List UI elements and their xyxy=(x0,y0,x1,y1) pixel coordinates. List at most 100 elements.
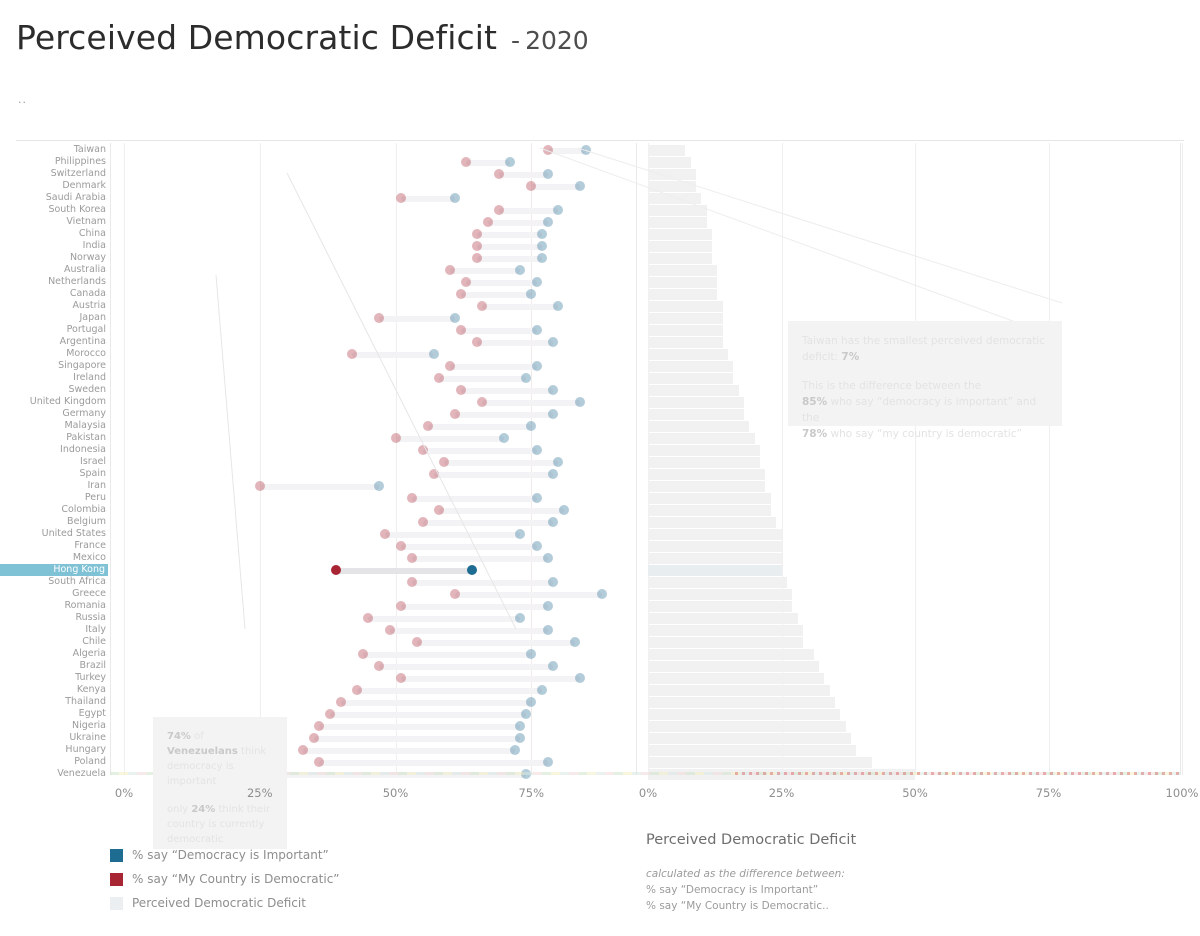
marker-democracy-important[interactable] xyxy=(580,145,591,155)
deficit-bar[interactable] xyxy=(648,157,691,168)
legend-item-perceived-deficit[interactable]: Perceived Democratic Deficit xyxy=(110,891,340,915)
deficit-bar[interactable] xyxy=(648,313,723,324)
deficit-bar[interactable] xyxy=(648,541,782,552)
marker-democracy-important[interactable] xyxy=(575,397,586,407)
legend-item-democracy-important[interactable]: % say “Democracy is Important” xyxy=(110,843,340,867)
deficit-bar[interactable] xyxy=(648,553,782,564)
y-axis-label[interactable]: Argentina xyxy=(0,336,108,348)
marker-democracy-important[interactable] xyxy=(526,421,537,431)
y-axis-label[interactable]: Austria xyxy=(0,300,108,312)
marker-democracy-important[interactable] xyxy=(504,157,515,167)
deficit-bar[interactable] xyxy=(648,649,814,660)
marker-democracy-important[interactable] xyxy=(509,745,520,755)
marker-country-democratic[interactable] xyxy=(395,193,406,203)
marker-country-democratic[interactable] xyxy=(433,505,444,515)
deficit-bar[interactable] xyxy=(648,409,745,420)
y-axis-label[interactable]: South Africa xyxy=(0,576,108,588)
y-axis-label[interactable]: Pakistan xyxy=(0,432,108,444)
marker-country-democratic[interactable] xyxy=(385,625,396,635)
marker-democracy-important[interactable] xyxy=(531,277,542,287)
y-axis-label[interactable]: Ukraine xyxy=(0,732,108,744)
marker-democracy-important[interactable] xyxy=(450,193,461,203)
marker-democracy-important[interactable] xyxy=(542,169,553,179)
marker-democracy-important[interactable] xyxy=(450,313,461,323)
deficit-bar[interactable] xyxy=(648,709,841,720)
deficit-bar[interactable] xyxy=(648,613,798,624)
marker-democracy-important[interactable] xyxy=(542,601,553,611)
y-axis-label[interactable]: Venezuela xyxy=(0,768,108,780)
marker-democracy-important[interactable] xyxy=(466,565,477,575)
y-axis-label[interactable]: Chile xyxy=(0,636,108,648)
y-axis-label[interactable]: France xyxy=(0,540,108,552)
y-axis-label[interactable]: Israel xyxy=(0,456,108,468)
deficit-bar[interactable] xyxy=(648,385,739,396)
marker-country-democratic[interactable] xyxy=(406,553,417,563)
marker-country-democratic[interactable] xyxy=(406,493,417,503)
marker-country-democratic[interactable] xyxy=(444,265,455,275)
deficit-bar[interactable] xyxy=(648,625,803,636)
marker-democracy-important[interactable] xyxy=(526,649,537,659)
deficit-bar[interactable] xyxy=(648,229,713,240)
deficit-bar[interactable] xyxy=(648,697,835,708)
deficit-bar[interactable] xyxy=(648,169,697,180)
deficit-bar[interactable] xyxy=(648,397,745,408)
deficit-bar[interactable] xyxy=(648,277,718,288)
marker-country-democratic[interactable] xyxy=(406,577,417,587)
y-axis-label[interactable]: Canada xyxy=(0,288,108,300)
deficit-bar[interactable] xyxy=(648,733,851,744)
deficit-bar[interactable] xyxy=(648,217,707,228)
y-axis-label[interactable]: India xyxy=(0,240,108,252)
marker-democracy-important[interactable] xyxy=(558,505,569,515)
marker-country-democratic[interactable] xyxy=(357,649,368,659)
marker-democracy-important[interactable] xyxy=(547,469,558,479)
deficit-bar[interactable] xyxy=(648,721,846,732)
deficit-bar[interactable] xyxy=(648,445,761,456)
y-axis-label[interactable]: Saudi Arabia xyxy=(0,192,108,204)
marker-country-democratic[interactable] xyxy=(395,541,406,551)
y-axis-label[interactable]: Egypt xyxy=(0,708,108,720)
deficit-bar[interactable] xyxy=(648,673,825,684)
y-axis-label[interactable]: Thailand xyxy=(0,696,108,708)
marker-democracy-important[interactable] xyxy=(531,541,542,551)
marker-democracy-important[interactable] xyxy=(531,493,542,503)
deficit-bar[interactable] xyxy=(648,253,713,264)
marker-country-democratic[interactable] xyxy=(471,337,482,347)
marker-democracy-important[interactable] xyxy=(547,661,558,671)
deficit-bar[interactable] xyxy=(648,517,777,528)
marker-country-democratic[interactable] xyxy=(455,385,466,395)
marker-democracy-important[interactable] xyxy=(575,181,586,191)
marker-democracy-important[interactable] xyxy=(515,721,526,731)
y-axis-label[interactable]: Brazil xyxy=(0,660,108,672)
deficit-bar[interactable] xyxy=(648,181,697,192)
marker-country-democratic[interactable] xyxy=(444,361,455,371)
legend-item-country-democratic[interactable]: % say “My Country is Democratic” xyxy=(110,867,340,891)
marker-democracy-important[interactable] xyxy=(547,337,558,347)
deficit-bar[interactable] xyxy=(648,205,707,216)
marker-country-democratic[interactable] xyxy=(309,733,320,743)
deficit-bar[interactable] xyxy=(648,457,761,468)
deficit-bar[interactable] xyxy=(648,433,755,444)
deficit-bar[interactable] xyxy=(648,193,702,204)
y-axis-label[interactable]: Philippines xyxy=(0,156,108,168)
marker-country-democratic[interactable] xyxy=(542,145,553,155)
deficit-bar[interactable] xyxy=(648,361,734,372)
marker-democracy-important[interactable] xyxy=(569,637,580,647)
deficit-bar[interactable] xyxy=(648,481,766,492)
marker-country-democratic[interactable] xyxy=(471,241,482,251)
y-axis-label[interactable]: Kenya xyxy=(0,684,108,696)
marker-democracy-important[interactable] xyxy=(520,373,531,383)
marker-democracy-important[interactable] xyxy=(537,685,548,695)
marker-country-democratic[interactable] xyxy=(390,433,401,443)
marker-democracy-important[interactable] xyxy=(515,613,526,623)
marker-democracy-important[interactable] xyxy=(542,625,553,635)
y-axis-label[interactable]: Indonesia xyxy=(0,444,108,456)
marker-democracy-important[interactable] xyxy=(515,265,526,275)
y-axis-label[interactable]: Norway xyxy=(0,252,108,264)
y-axis-label[interactable]: Nigeria xyxy=(0,720,108,732)
y-axis-label[interactable]: Hungary xyxy=(0,744,108,756)
deficit-bar[interactable] xyxy=(648,325,723,336)
marker-country-democratic[interactable] xyxy=(428,469,439,479)
y-axis-label[interactable]: Morocco xyxy=(0,348,108,360)
deficit-bar[interactable] xyxy=(648,661,819,672)
marker-democracy-important[interactable] xyxy=(537,241,548,251)
